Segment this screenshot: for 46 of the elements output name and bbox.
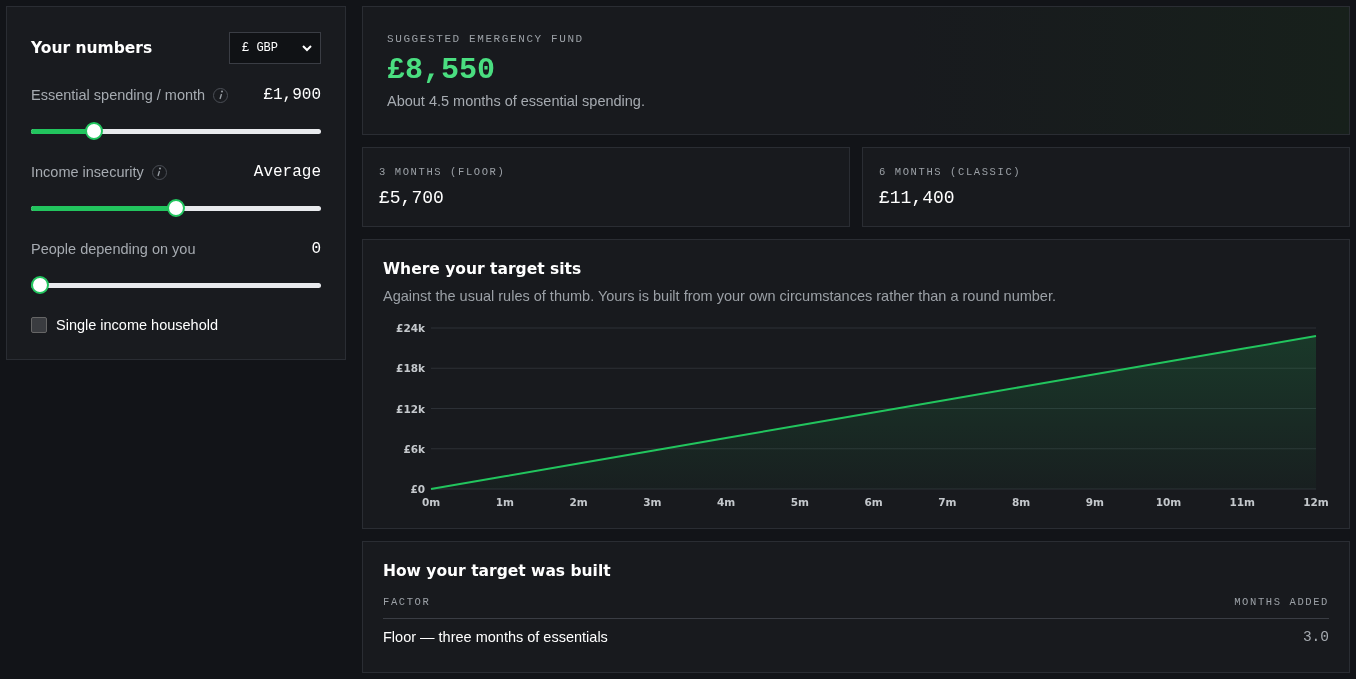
panel-title: Your numbers	[31, 39, 153, 57]
checkbox[interactable]	[31, 317, 47, 333]
slider-value: 0	[311, 240, 321, 258]
card-label: 6 MONTHS (CLASSIC)	[879, 166, 1023, 178]
slider-value: £1,900	[263, 86, 321, 104]
x-tick-label: 9m	[1085, 496, 1104, 508]
x-tick-label: 7m	[938, 496, 957, 508]
x-tick-label: 4m	[716, 496, 736, 508]
fund-amount: £8,550	[387, 53, 497, 87]
table-cell: Floor — three months of essentials	[383, 629, 608, 645]
x-tick-label: 12m	[1303, 496, 1329, 508]
fund-note: About 4.5 months of essential spending.	[387, 93, 646, 109]
card-title: How your target was built	[383, 562, 612, 580]
benchmark-amount: £11,400	[879, 188, 956, 208]
card-title: Where your target sits	[383, 260, 583, 278]
table-cell: 3.0	[1302, 629, 1329, 645]
column-header: FACTOR	[383, 596, 431, 608]
slider[interactable]	[31, 199, 321, 217]
slider[interactable]	[31, 122, 321, 140]
slider[interactable]	[31, 276, 321, 294]
chevron-icon	[302, 44, 312, 52]
y-tick-label: £6k	[403, 442, 425, 455]
x-tick-label: 6m	[864, 496, 883, 508]
benchmark-amount: £5,700	[379, 188, 445, 208]
x-tick-label: 2m	[569, 496, 588, 508]
slider-value: Average	[253, 163, 321, 181]
x-tick-label: 10m	[1155, 496, 1182, 508]
slider-label: Essential spending / month	[31, 87, 206, 103]
y-tick-label: £0	[410, 483, 425, 495]
x-tick-label: 3m	[643, 496, 662, 508]
x-tick-label: 1m	[495, 496, 514, 508]
slider-label: Income insecurity	[31, 164, 144, 180]
card-subtitle: Against the usual rules of thumb. Yours is built from your own circumstances rather than a round number.	[383, 288, 1057, 304]
x-tick-label: 0m	[421, 496, 441, 508]
checkbox-label: Single income household	[56, 317, 219, 333]
column-header: MONTHS ADDED	[1234, 596, 1329, 608]
currency-dropdown[interactable]: £ GBP	[229, 32, 321, 64]
y-tick-label: £18k	[396, 362, 425, 375]
y-tick-label: £24k	[396, 322, 425, 334]
x-tick-label: 11m	[1229, 496, 1256, 508]
slider-label: People depending on you	[31, 241, 196, 257]
x-tick-label: 8m	[1011, 496, 1031, 508]
card-label: 3 MONTHS (FLOOR)	[379, 166, 507, 178]
x-tick-label: 5m	[790, 496, 809, 508]
card-label: SUGGESTED EMERGENCY FUND	[387, 33, 585, 45]
y-tick-label: £12k	[396, 402, 425, 415]
